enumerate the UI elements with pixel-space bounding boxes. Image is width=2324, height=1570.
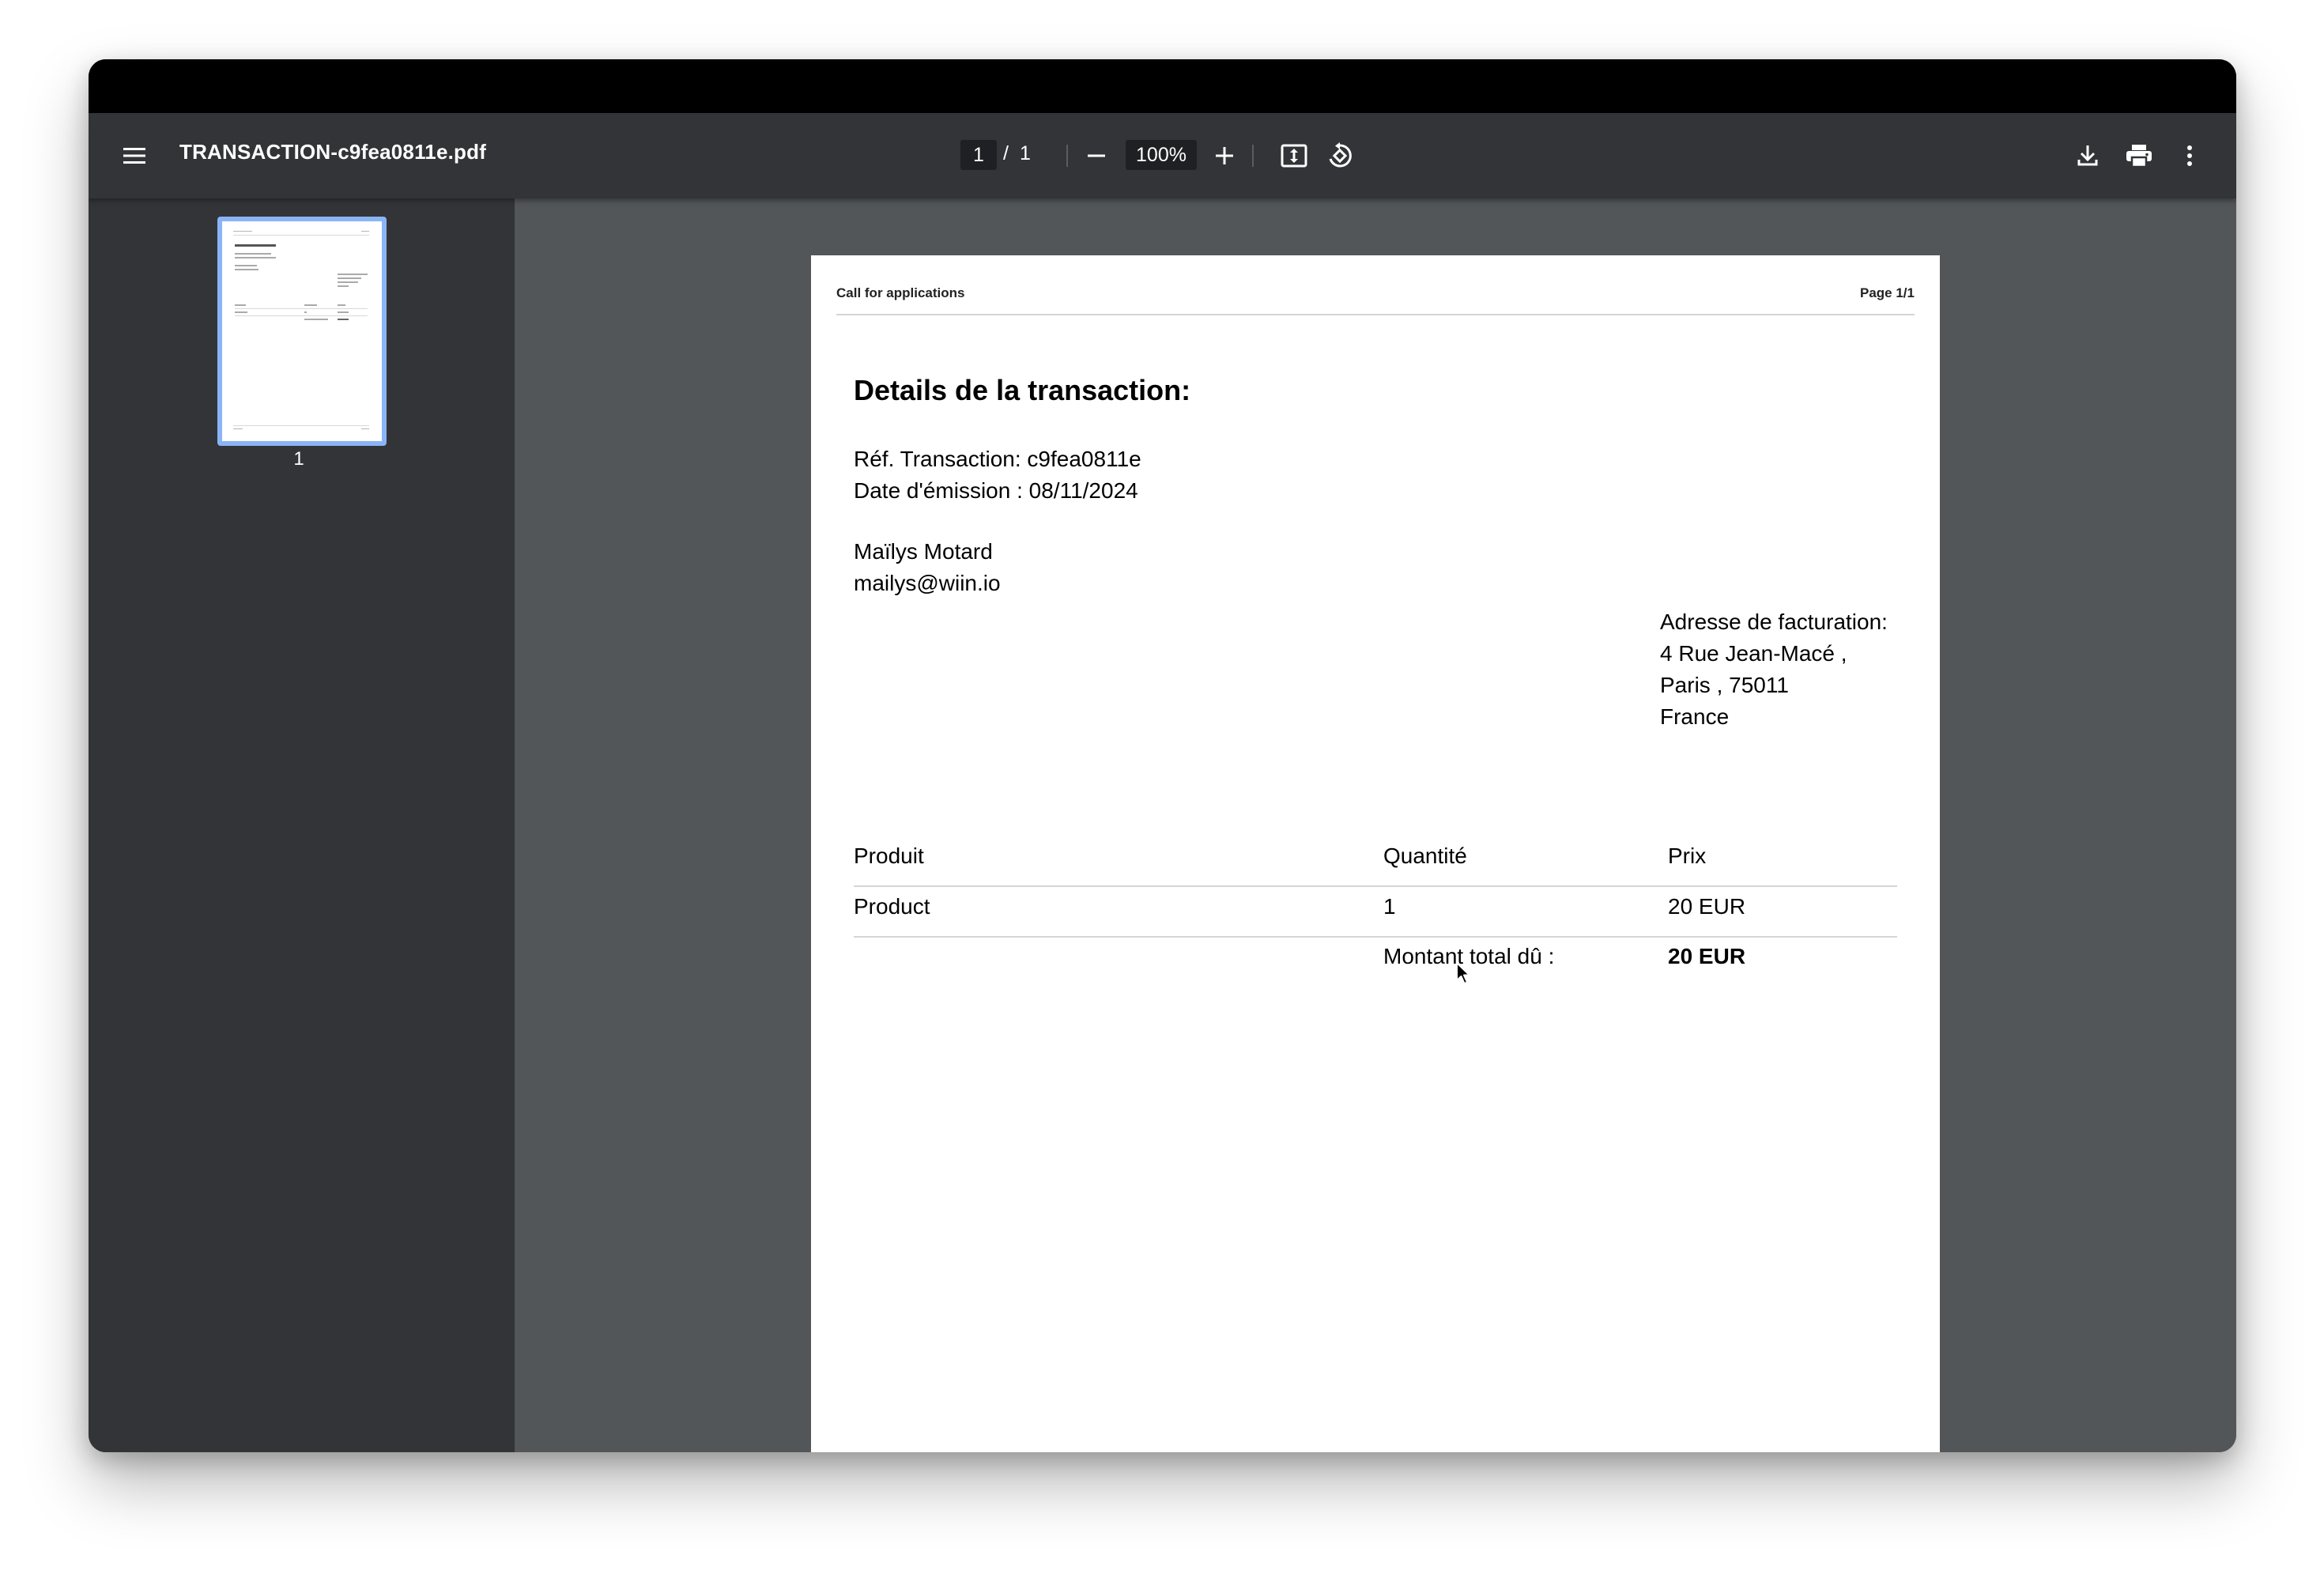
header-left-text: Call for applications (836, 285, 965, 300)
issue-date: Date d'émission : 08/11/2024 (854, 478, 1138, 503)
table-header-quantity: Quantité (1383, 843, 1467, 868)
more-options-button[interactable] (2167, 134, 2212, 178)
table-cell-quantity: 1 (1383, 894, 1396, 919)
billing-address-line: 4 Rue Jean-Macé , (1660, 641, 1847, 666)
window-title-bar (89, 59, 2236, 113)
print-icon (2126, 145, 2152, 168)
fit-page-button[interactable] (1272, 134, 1316, 178)
billing-address-heading: Adresse de facturation: (1660, 610, 1888, 634)
zoom-in-button[interactable] (1202, 134, 1247, 178)
pdf-page: Call for applications Page 1/1 Details d… (811, 255, 1940, 1452)
toolbar-divider (1252, 145, 1254, 167)
table-divider (854, 885, 1897, 887)
print-button[interactable] (2117, 134, 2161, 178)
document-title: TRANSACTION-c9fea0811e.pdf (179, 140, 487, 164)
zoom-level-input[interactable]: 100% (1126, 140, 1197, 170)
customer-name: Maïlys Motard (854, 539, 993, 564)
document-viewer[interactable]: Call for applications Page 1/1 Details d… (515, 198, 2236, 1452)
pdf-toolbar: TRANSACTION-c9fea0811e.pdf 1 / 1 100% (89, 113, 2236, 198)
total-pages: 1 (1020, 142, 1031, 164)
billing-address-line: France (1660, 704, 1730, 729)
table-cell-price: 20 EUR (1668, 894, 1746, 919)
table-header-price: Prix (1668, 843, 1707, 868)
thumbnail-sidebar: 1 (89, 198, 515, 1452)
thumbnail-preview (222, 221, 382, 441)
hamburger-menu-icon[interactable] (112, 134, 157, 178)
billing-address-line: Paris , 75011 (1660, 673, 1789, 697)
page-thumbnail[interactable] (217, 217, 387, 446)
document-title-heading: Details de la transaction: (854, 374, 1191, 406)
table-header-product: Produit (854, 843, 924, 868)
header-page-number: Page 1/1 (1860, 285, 1915, 300)
download-button[interactable] (2066, 134, 2110, 178)
rotate-icon (1329, 142, 1352, 168)
page-number-input[interactable]: 1 (960, 140, 997, 170)
toolbar-divider (1066, 145, 1068, 167)
table-divider (854, 936, 1897, 938)
page-header: Call for applications Page 1/1 (836, 285, 1915, 315)
page-separator: / (1003, 142, 1009, 164)
thumbnail-page-label: 1 (293, 448, 304, 470)
transaction-reference: Réf. Transaction: c9fea0811e (854, 447, 1141, 471)
minus-icon (1088, 154, 1105, 157)
pdf-viewer-window: TRANSACTION-c9fea0811e.pdf 1 / 1 100% 1 … (89, 59, 2236, 1452)
customer-email: mailys@wiin.io (854, 571, 1001, 595)
download-icon (2077, 145, 2098, 166)
mouse-pointer-icon (1455, 961, 1473, 991)
table-cell-product: Product (854, 894, 930, 919)
fit-page-icon (1281, 144, 1307, 168)
rotate-button[interactable] (1318, 134, 1362, 178)
zoom-out-button[interactable] (1074, 134, 1119, 178)
total-amount-value: 20 EUR (1668, 944, 1746, 968)
more-vert-icon (2187, 145, 2192, 166)
plus-icon (1216, 147, 1233, 164)
